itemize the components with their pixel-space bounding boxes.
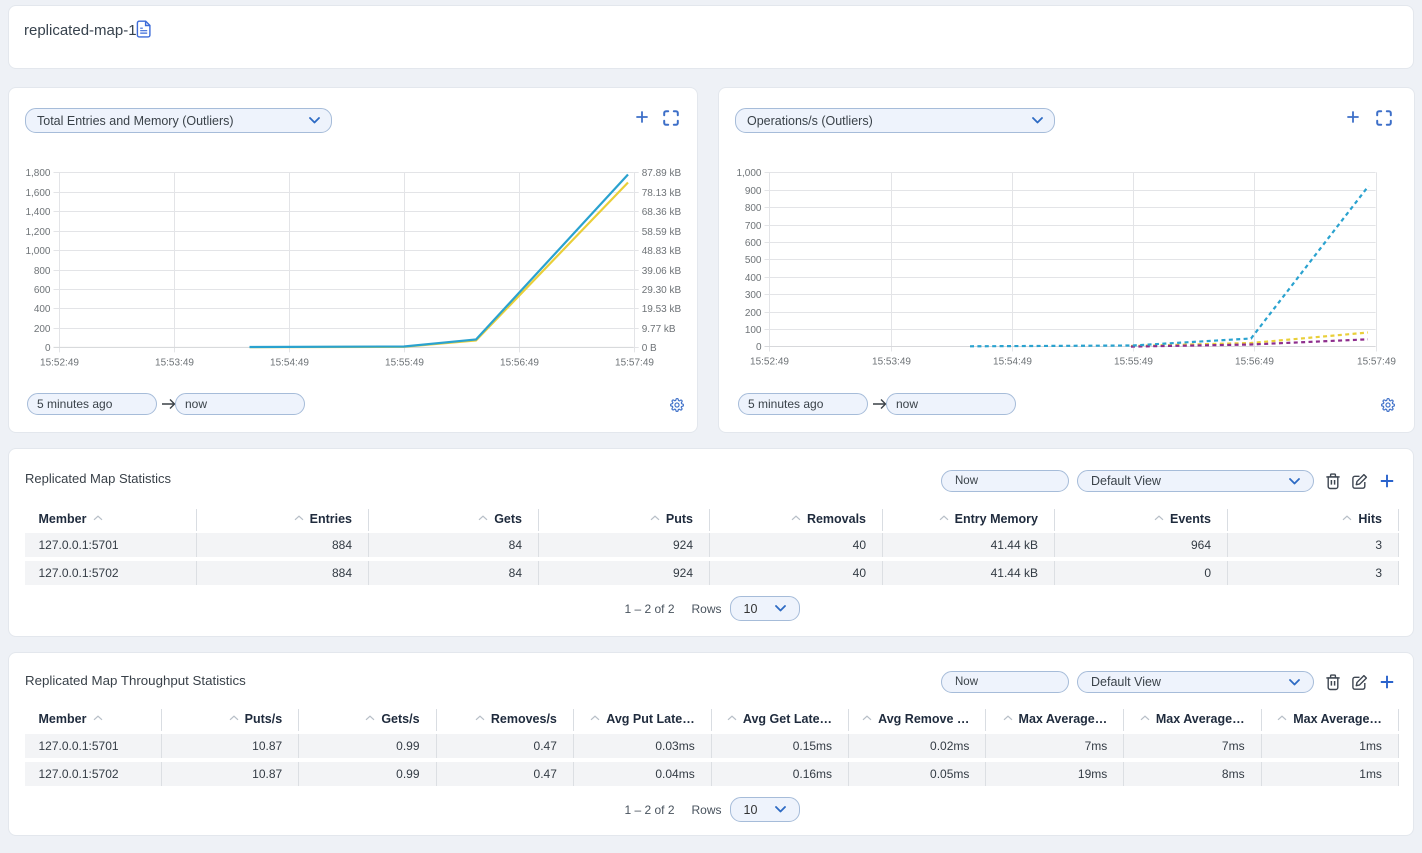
svg-text:15:57:49: 15:57:49	[615, 357, 654, 368]
svg-text:48.83 kB: 48.83 kB	[642, 246, 682, 257]
svg-text:0 B: 0 B	[642, 343, 657, 354]
svg-text:1,000: 1,000	[736, 168, 761, 179]
svg-text:15:56:49: 15:56:49	[1235, 357, 1274, 368]
svg-text:15:53:49: 15:53:49	[155, 357, 194, 368]
svg-text:1,200: 1,200	[25, 227, 50, 238]
svg-text:15:52:49: 15:52:49	[40, 357, 79, 368]
svg-text:800: 800	[34, 266, 51, 277]
svg-text:15:54:49: 15:54:49	[993, 357, 1032, 368]
svg-text:400: 400	[34, 304, 51, 315]
svg-text:1,600: 1,600	[25, 188, 50, 199]
svg-text:87.89 kB: 87.89 kB	[642, 168, 682, 179]
svg-text:600: 600	[34, 285, 51, 296]
svg-text:200: 200	[745, 308, 762, 319]
svg-text:0: 0	[756, 342, 762, 353]
svg-text:700: 700	[745, 221, 762, 232]
svg-text:15:53:49: 15:53:49	[872, 357, 911, 368]
svg-text:200: 200	[34, 324, 51, 335]
svg-text:100: 100	[745, 325, 762, 336]
svg-text:1,800: 1,800	[25, 168, 50, 179]
svg-text:15:55:49: 15:55:49	[385, 357, 424, 368]
svg-text:0: 0	[45, 343, 51, 354]
svg-text:78.13 kB: 78.13 kB	[642, 188, 682, 199]
svg-text:68.36 kB: 68.36 kB	[642, 207, 682, 218]
svg-text:19.53 kB: 19.53 kB	[642, 304, 682, 315]
svg-text:39.06 kB: 39.06 kB	[642, 266, 682, 277]
svg-text:15:54:49: 15:54:49	[270, 357, 309, 368]
svg-text:29.30 kB: 29.30 kB	[642, 285, 682, 296]
svg-text:1,000: 1,000	[25, 246, 50, 257]
svg-text:300: 300	[745, 290, 762, 301]
svg-text:900: 900	[745, 186, 762, 197]
svg-text:15:55:49: 15:55:49	[1114, 357, 1153, 368]
svg-text:800: 800	[745, 203, 762, 214]
svg-text:600: 600	[745, 238, 762, 249]
svg-text:500: 500	[745, 255, 762, 266]
svg-text:58.59 kB: 58.59 kB	[642, 227, 682, 238]
svg-text:15:57:49: 15:57:49	[1357, 357, 1396, 368]
svg-text:1,400: 1,400	[25, 207, 50, 218]
svg-text:15:52:49: 15:52:49	[750, 357, 789, 368]
svg-text:15:56:49: 15:56:49	[500, 357, 539, 368]
svg-text:9.77 kB: 9.77 kB	[642, 324, 676, 335]
svg-text:400: 400	[745, 273, 762, 284]
